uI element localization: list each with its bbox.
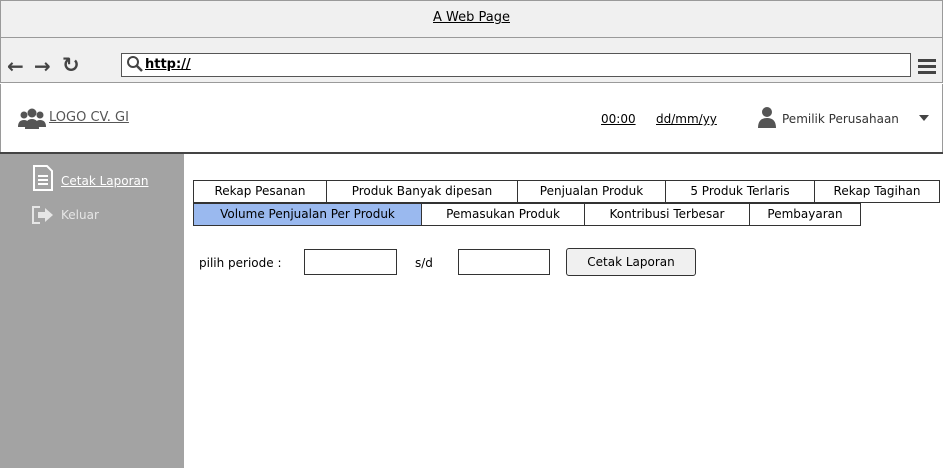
reload-icon[interactable]: ↻	[62, 55, 80, 76]
forward-arrow-icon[interactable]: →	[34, 56, 51, 76]
header-date: dd/mm/yy	[656, 112, 717, 126]
users-icon	[18, 108, 46, 129]
sidebar-item-cetak-laporan[interactable]: Cetak Laporan	[61, 174, 148, 188]
window-title: A Web Page	[433, 10, 510, 25]
tab-rekap-tagihan[interactable]: Rekap Tagihan	[814, 180, 940, 203]
period-start-input[interactable]	[304, 249, 397, 275]
tab-rekap-pesanan[interactable]: Rekap Pesanan	[193, 180, 327, 203]
tab-pemasukan-produk[interactable]: Pemasukan Produk	[421, 203, 585, 226]
search-icon	[127, 56, 143, 72]
url-bar[interactable]	[121, 53, 911, 77]
tab-volume-penjualan-per-produk[interactable]: Volume Penjualan Per Produk	[193, 203, 422, 226]
period-label: pilih periode :	[199, 256, 282, 270]
sidebar-item-keluar[interactable]: Keluar	[61, 208, 99, 222]
header-time: 00:00	[601, 112, 636, 126]
menu-icon[interactable]	[917, 57, 937, 75]
logo-link[interactable]: LOGO CV. GI	[49, 110, 129, 125]
tab-kontribusi-terbesar[interactable]: Kontribusi Terbesar	[584, 203, 750, 226]
document-icon	[33, 165, 53, 191]
caret-down-icon[interactable]	[919, 115, 929, 121]
period-end-input[interactable]	[458, 249, 550, 275]
tab-pembayaran[interactable]: Pembayaran	[749, 203, 861, 226]
tab-produk-banyak-dipesan[interactable]: Produk Banyak dipesan	[326, 180, 518, 203]
back-arrow-icon[interactable]: ←	[7, 56, 24, 76]
period-separator: s/d	[415, 256, 433, 270]
user-menu-label[interactable]: Pemilik Perusahaan	[782, 112, 899, 126]
url-text[interactable]: http://	[145, 57, 191, 72]
exit-icon	[32, 206, 53, 224]
user-icon	[758, 107, 776, 128]
tab-penjualan-produk[interactable]: Penjualan Produk	[517, 180, 666, 203]
print-report-button[interactable]: Cetak Laporan	[566, 248, 696, 276]
tab-5-produk-terlaris[interactable]: 5 Produk Terlaris	[665, 180, 815, 203]
sidebar	[0, 154, 184, 468]
